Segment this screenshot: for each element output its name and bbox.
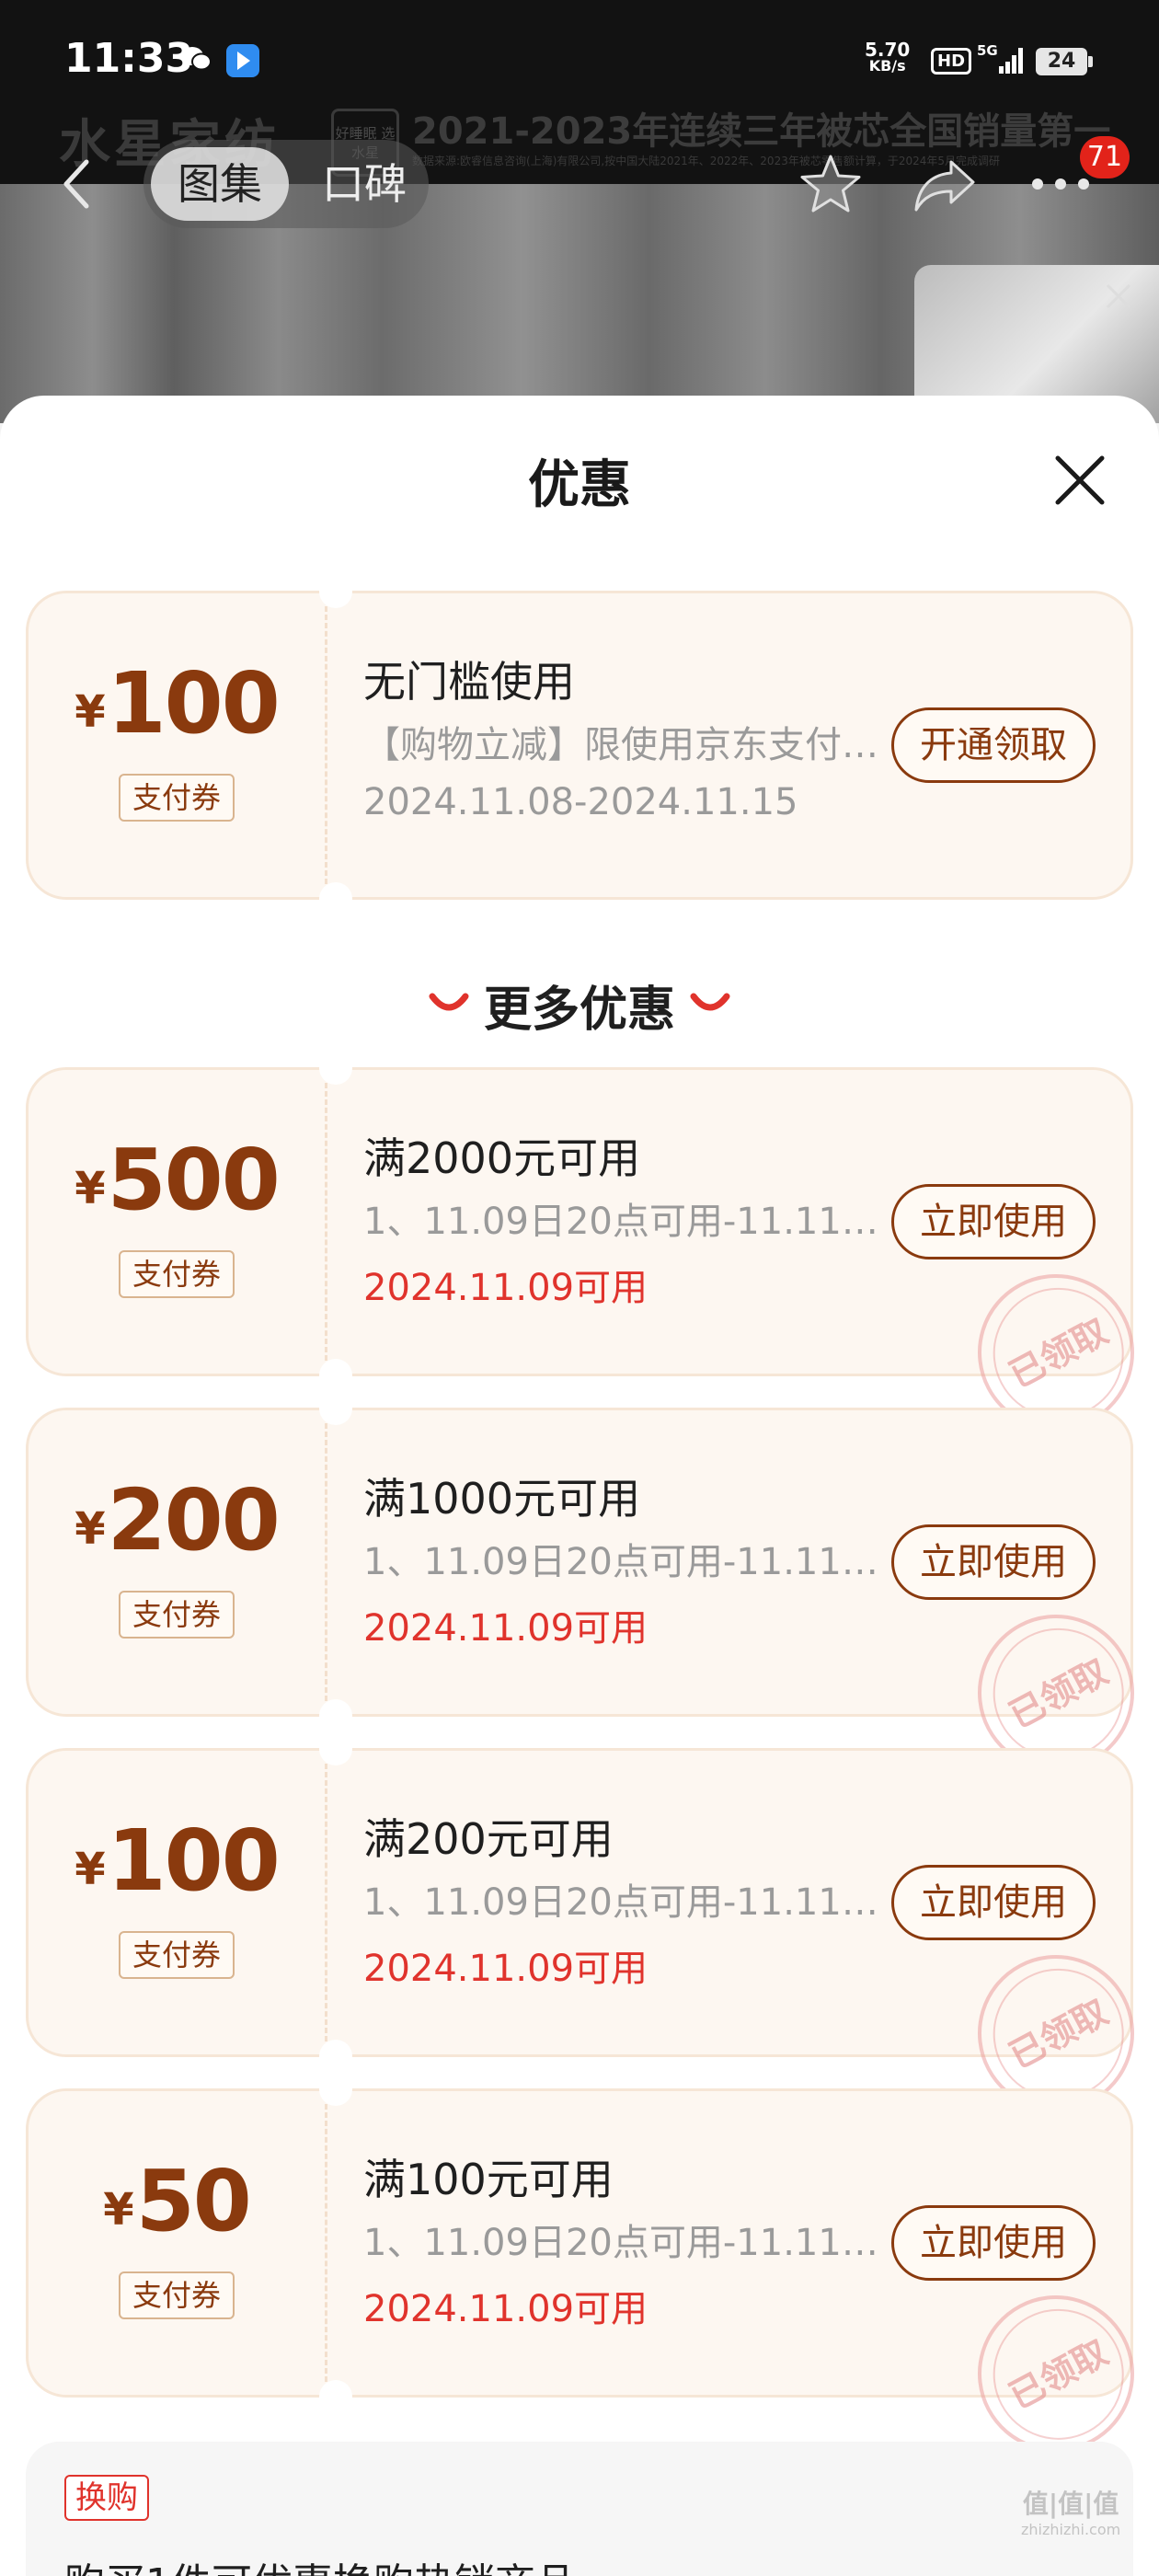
coupon-sheet: 优惠 ¥100 支付券 无门槛使用 【购物立减】限使用京东支付购买指定商品 20… <box>0 396 1159 2576</box>
more-offers-header: 更多优惠 <box>0 973 1159 1047</box>
use-now-button[interactable]: 立即使用 <box>891 1184 1096 1259</box>
more-options-icon[interactable] <box>1028 175 1093 193</box>
coupon-amount: ¥50 <box>103 2152 251 2250</box>
back-arrow-icon[interactable] <box>59 156 96 212</box>
network-speed: 5.70 KB/s <box>865 39 911 75</box>
use-now-button[interactable]: 立即使用 <box>891 2205 1096 2281</box>
status-bar: 11:33 5.70 KB/s HD 5G 24 <box>0 0 1159 120</box>
wechat-icon <box>181 47 212 71</box>
swap-tag: 换购 <box>64 2475 149 2521</box>
coupon-condition: 无门槛使用 <box>363 657 575 707</box>
coupon-condition: 满100元可用 <box>363 2155 614 2204</box>
coupon-card: ¥500 支付券 满2000元可用 1、11.09日20点可用-11.11日23… <box>26 1052 1159 1458</box>
coupon-divider <box>325 1083 327 1361</box>
app-notification-icon <box>226 44 259 77</box>
slogan-fineprint: 数据来源:欧睿信息咨询(上海)有限公司,按中国大陆2021年、2022年、202… <box>412 155 1001 167</box>
coupon-condition: 满1000元可用 <box>363 1474 641 1524</box>
tab-reviews[interactable]: 口碑 <box>309 147 419 221</box>
share-icon[interactable] <box>911 151 979 219</box>
coupon-type-badge: 支付券 <box>119 774 235 822</box>
coupon-description: 1、11.09日20点可用-11.11日23:59:59 <box>363 1881 878 1924</box>
coupon-card: ¥50 支付券 满100元可用 1、11.09日20点可用-11.11日23:5… <box>26 2073 1159 2479</box>
coupon-divider <box>325 1764 327 2041</box>
svg-text:5G: 5G <box>977 42 998 59</box>
smile-icon <box>429 993 469 1011</box>
signal-icon: 5G <box>977 42 1023 74</box>
coupon-divider <box>325 2104 327 2382</box>
status-time: 11:33 <box>64 35 194 82</box>
battery-indicator: 24 <box>1036 48 1093 75</box>
close-icon[interactable] <box>1100 278 1137 315</box>
coupon-card: ¥100 支付券 无门槛使用 【购物立减】限使用京东支付购买指定商品 2024.… <box>26 575 1133 915</box>
coupon-validity: 2024.11.09可用 <box>363 1948 648 1990</box>
coupon-validity: 2024.11.09可用 <box>363 1267 648 1309</box>
swap-offer-card[interactable]: 换购 购买1件可优惠换购热销商品 <box>26 2442 1133 2576</box>
close-icon[interactable] <box>1047 447 1113 513</box>
site-watermark: 值|值|值 zhizhizhi.com <box>1021 2489 1121 2538</box>
coupon-validity: 2024.11.09可用 <box>363 2288 648 2330</box>
coupon-validity: 2024.11.08-2024.11.15 <box>363 781 798 823</box>
hd-voice-icon: HD <box>931 48 972 75</box>
coupon-divider <box>325 606 327 884</box>
coupon-card: ¥200 支付券 满1000元可用 1、11.09日20点可用-11.11日23… <box>26 1392 1159 1799</box>
coupon-amount: ¥100 <box>75 1811 280 1910</box>
coupon-description: 【购物立减】限使用京东支付购买指定商品 <box>363 724 878 766</box>
coupon-type-badge: 支付券 <box>119 1250 235 1298</box>
coupon-condition: 满200元可用 <box>363 1814 614 1864</box>
coupon-amount: ¥100 <box>75 654 280 753</box>
coupon-validity: 2024.11.09可用 <box>363 1607 648 1650</box>
smile-icon <box>690 993 730 1011</box>
use-now-button[interactable]: 立即使用 <box>891 1865 1096 1940</box>
coupon-description: 1、11.09日20点可用-11.11日23:59:59 <box>363 1201 878 1243</box>
coupon-divider <box>325 1423 327 1701</box>
coupon-condition: 满2000元可用 <box>363 1133 641 1183</box>
media-tabs: 图集 口碑 <box>143 140 429 228</box>
coupon-type-badge: 支付券 <box>119 1591 235 1639</box>
tab-gallery[interactable]: 图集 <box>151 147 289 221</box>
use-now-button[interactable]: 立即使用 <box>891 1524 1096 1600</box>
more-offers-title: 更多优惠 <box>483 983 675 1038</box>
coupon-amount: ¥500 <box>75 1131 280 1229</box>
coupon-type-badge: 支付券 <box>119 2271 235 2319</box>
activate-claim-button[interactable]: 开通领取 <box>891 707 1096 783</box>
coupon-amount: ¥200 <box>75 1471 280 1570</box>
notification-badge: 71 <box>1080 136 1130 178</box>
swap-offer-text: 购买1件可优惠换购热销商品 <box>64 2550 576 2576</box>
coupon-card: ¥100 支付券 满200元可用 1、11.09日20点可用-11.11日23:… <box>26 1732 1159 2139</box>
favorite-star-icon[interactable] <box>797 151 865 219</box>
sheet-title: 优惠 <box>528 455 631 515</box>
coupon-description: 1、11.09日20点可用-11.11日23:59:59 <box>363 1541 878 1583</box>
coupon-type-badge: 支付券 <box>119 1931 235 1979</box>
coupon-description: 1、11.09日20点可用-11.11日23:59:59 <box>363 2222 878 2264</box>
